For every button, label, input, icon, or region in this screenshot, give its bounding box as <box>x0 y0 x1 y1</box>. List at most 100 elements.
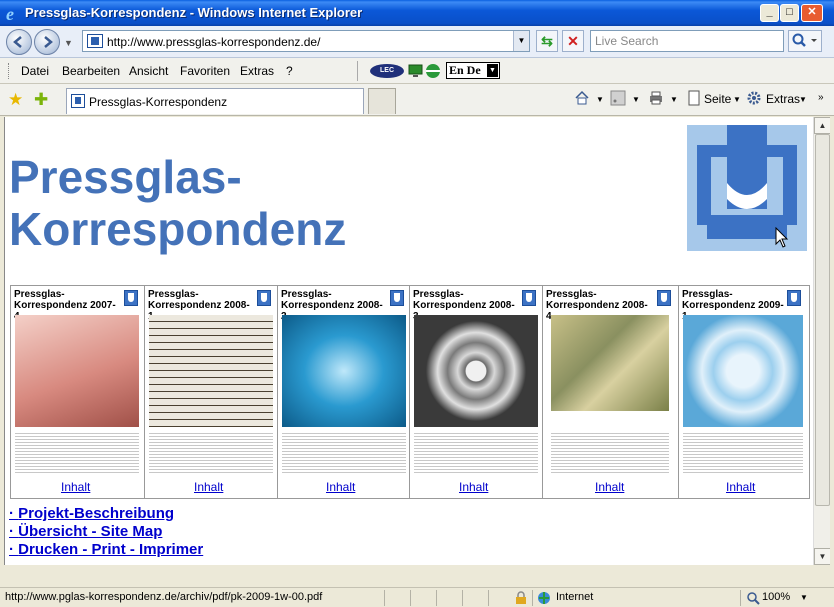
stop-button[interactable]: ✕ <box>562 30 584 52</box>
issue-card: Pressglas-Korrespondenz 2008-3 Inhalt <box>410 286 543 498</box>
toolbar-grip[interactable] <box>8 63 10 79</box>
add-favorite-icon[interactable]: ✚ <box>34 90 48 110</box>
issue-text-preview <box>149 431 273 475</box>
maximize-button[interactable]: □ <box>780 4 799 22</box>
tab-label: Pressglas-Korrespondenz <box>89 95 228 109</box>
home-dropdown-icon[interactable]: ▼ <box>596 95 604 104</box>
nav-link-label: Projekt-Beschreibung <box>18 505 175 522</box>
menu-help[interactable]: ? <box>286 64 293 78</box>
print-dropdown-icon[interactable]: ▼ <box>670 95 678 104</box>
issue-text-preview <box>282 431 406 475</box>
window-frame <box>830 117 834 587</box>
tab-pressglas[interactable]: Pressglas-Korrespondenz <box>66 88 364 114</box>
svg-text:e: e <box>6 4 14 22</box>
tools-menu-button[interactable]: Extras <box>766 92 800 106</box>
page-title-line1: Pressglas- <box>9 151 242 203</box>
minimize-button[interactable]: _ <box>760 4 779 22</box>
print-icon[interactable] <box>648 90 664 106</box>
internet-explorer-icon: e <box>6 4 14 22</box>
page-dropdown-icon[interactable]: ▼ <box>733 95 741 104</box>
refresh-button[interactable]: ⇆ <box>536 30 558 52</box>
issue-cover-image[interactable] <box>282 315 406 427</box>
vertical-scrollbar[interactable]: ▲ ▼ <box>813 117 831 565</box>
pk-logo-icon <box>657 290 671 306</box>
issue-text-preview <box>15 431 139 475</box>
window-title: Pressglas-Korrespondenz - Windows Intern… <box>25 5 363 20</box>
issue-contents-link[interactable]: Inhalt <box>726 480 755 494</box>
address-input[interactable]: http://www.pressglas-korrespondenz.de/ ▼ <box>82 30 530 52</box>
issue-contents-link[interactable]: Inhalt <box>326 480 355 494</box>
issue-cover-image[interactable] <box>551 315 669 411</box>
zoom-icon[interactable] <box>746 591 760 605</box>
search-icon <box>792 33 817 47</box>
tools-dropdown-icon[interactable]: ▼ <box>799 95 807 104</box>
toolbar-overflow-icon[interactable]: » <box>818 92 824 103</box>
menu-extras[interactable]: Extras <box>240 64 274 78</box>
page-title: Pressglas- Korrespondenz <box>9 151 346 255</box>
nav-link-label: Übersicht - Site Map <box>18 523 163 540</box>
nav-link-sitemap[interactable]: · Übersicht - Site Map <box>9 523 203 541</box>
issue-text-preview <box>683 431 803 475</box>
status-url: http://www.pglas-korrespondenz.de/archiv… <box>5 591 323 603</box>
address-url: http://www.pressglas-korrespondenz.de/ <box>107 35 321 49</box>
feeds-dropdown-icon[interactable]: ▼ <box>632 95 640 104</box>
scroll-down-icon[interactable]: ▼ <box>814 548 831 565</box>
address-dropdown-icon[interactable]: ▼ <box>513 31 529 51</box>
new-tab-button[interactable] <box>368 88 396 114</box>
content-bottom-frame <box>0 565 834 587</box>
internet-zone-icon <box>538 592 550 604</box>
nav-link-label: Drucken - Print - Imprimer <box>18 541 204 558</box>
issue-contents-link[interactable]: Inhalt <box>194 480 223 494</box>
pk-logo-icon <box>124 290 138 306</box>
scroll-up-icon[interactable]: ▲ <box>814 117 831 134</box>
forward-arrow-icon <box>44 36 53 48</box>
menu-bearbeiten[interactable]: Bearbeiten <box>62 64 120 78</box>
zoom-level[interactable]: 100% <box>762 591 790 603</box>
search-button[interactable] <box>788 30 822 52</box>
issue-contents-link[interactable]: Inhalt <box>61 480 90 494</box>
status-separator <box>740 590 741 606</box>
back-button[interactable] <box>6 29 32 55</box>
status-separator <box>410 590 411 606</box>
home-icon[interactable] <box>574 90 590 106</box>
issue-contents-link[interactable]: Inhalt <box>595 480 624 494</box>
translator-dropdown[interactable]: En De ▼ <box>446 62 500 79</box>
security-zone[interactable]: Internet <box>556 591 593 603</box>
issue-cover-image[interactable] <box>414 315 538 427</box>
feeds-icon[interactable] <box>610 90 626 106</box>
pk-logo-icon <box>787 290 801 306</box>
status-separator <box>462 590 463 606</box>
issue-cover-image[interactable] <box>683 315 803 427</box>
issue-cover-image[interactable] <box>149 315 273 427</box>
page-menu-button[interactable]: Seite <box>704 92 731 106</box>
toolbar-separator <box>357 61 358 81</box>
issue-contents-link[interactable]: Inhalt <box>459 480 488 494</box>
nav-link-project[interactable]: · Projekt-Beschreibung <box>9 505 203 523</box>
menu-favoriten[interactable]: Favoriten <box>180 64 230 78</box>
lec-button[interactable]: LEC <box>370 64 404 78</box>
mouse-cursor-icon <box>775 227 789 248</box>
tab-command-bar: ★ ✚ Pressglas-Korrespondenz ▼ ▼ ▼ Seite … <box>0 84 834 116</box>
zoom-dropdown-icon[interactable]: ▼ <box>800 593 808 602</box>
menu-datei[interactable]: Datei <box>21 64 49 78</box>
site-favicon-icon <box>87 34 103 48</box>
address-toolbar: ▼ http://www.pressglas-korrespondenz.de/… <box>0 26 834 58</box>
issue-cover-image[interactable] <box>15 315 139 427</box>
pressglas-logo[interactable] <box>687 125 807 251</box>
close-button[interactable]: ✕ <box>801 4 823 22</box>
scroll-thumb[interactable] <box>815 134 830 506</box>
issue-text-preview <box>414 431 538 475</box>
page-title-line2: Korrespondenz <box>9 203 347 255</box>
nav-link-print[interactable]: · Drucken - Print - Imprimer <box>9 541 203 559</box>
forward-button[interactable] <box>34 29 60 55</box>
pk-logo-icon <box>390 290 404 306</box>
window-title-bar[interactable]: e Pressglas-Korrespondenz - Windows Inte… <box>0 0 834 26</box>
favorites-star-icon[interactable]: ★ <box>8 90 23 110</box>
monitor-icon[interactable] <box>408 63 424 79</box>
translator-label: En De <box>449 63 481 77</box>
status-separator <box>488 590 489 606</box>
menu-ansicht[interactable]: Ansicht <box>129 64 168 78</box>
history-dropdown-icon[interactable]: ▼ <box>64 38 73 48</box>
globe-icon[interactable] <box>425 63 441 79</box>
search-input[interactable]: Live Search <box>590 30 784 52</box>
